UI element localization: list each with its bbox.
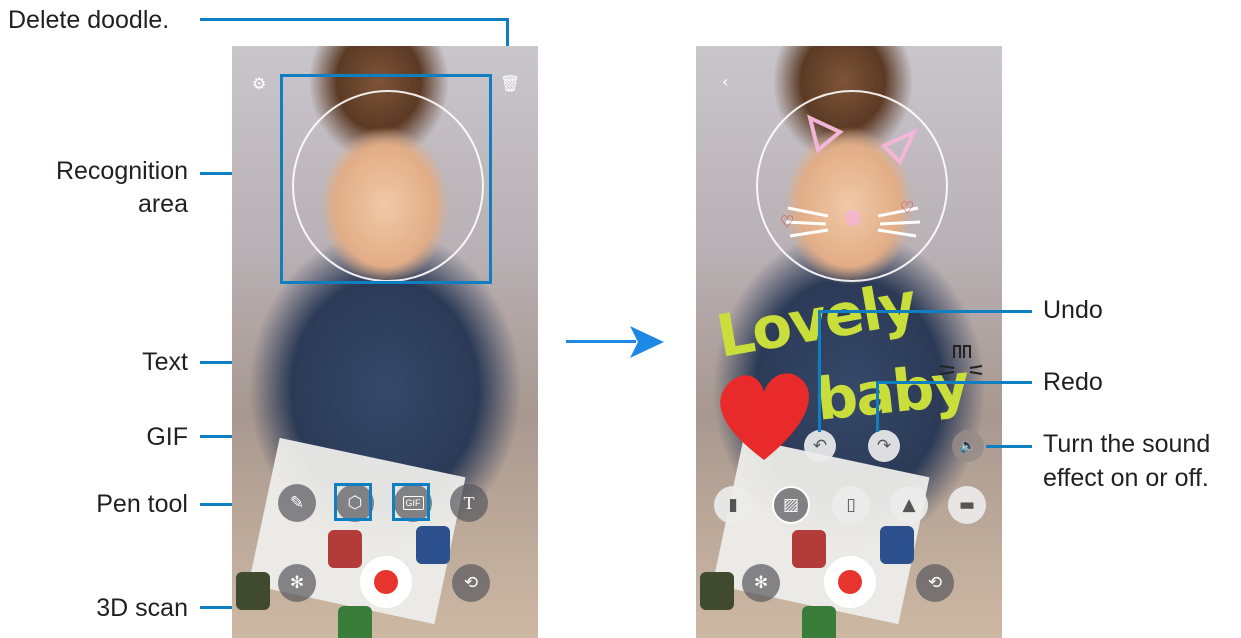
redo-leader	[878, 381, 1032, 384]
switch-camera-icon: ⟲	[463, 573, 479, 593]
3d-scan-label: 3D scan	[96, 594, 188, 622]
pen-style-1[interactable]: ▮	[714, 486, 752, 524]
brush-pen-icon: ▲	[902, 495, 916, 515]
pen-style-2[interactable]: ▨	[772, 486, 810, 524]
record-dot	[374, 570, 398, 594]
marker-pen-icon: ▮	[728, 495, 738, 515]
bunny-doodle	[939, 345, 983, 375]
pen-style-4[interactable]: ▲	[890, 486, 928, 524]
pen-tool-label: Pen tool	[96, 490, 188, 518]
switch-camera-button[interactable]: ⟲	[452, 564, 490, 602]
paint-jar	[236, 572, 270, 610]
sound-label-1: Turn the sound	[1043, 430, 1211, 458]
switch-camera-icon: ⟲	[927, 573, 943, 593]
paint-jar	[328, 530, 362, 568]
text-icon: T	[463, 492, 475, 513]
record-button[interactable]	[824, 556, 876, 608]
transition-arrow-shaft	[566, 340, 636, 343]
pattern-pen-icon: ▨	[782, 495, 800, 515]
paint-jar	[416, 526, 450, 564]
undo-button[interactable]: ↶	[804, 430, 836, 462]
undo-label: Undo	[1043, 296, 1103, 324]
delete-doodle-label: Delete doodle.	[8, 6, 170, 34]
heart-small-left: ♡	[780, 212, 795, 231]
3d-scan-highlight	[334, 483, 372, 521]
doodle-word-1: Lovely	[711, 269, 921, 371]
record-button[interactable]	[360, 556, 412, 608]
undo-leader-down	[818, 310, 821, 432]
paint-jar	[880, 526, 914, 564]
sound-button[interactable]: 🔈	[952, 430, 984, 462]
paint-jar	[338, 606, 372, 638]
undo-leader	[820, 310, 1032, 313]
pen-tool-button[interactable]: ✎	[278, 484, 316, 522]
effects-button[interactable]: ✻	[742, 564, 780, 602]
gif-highlight	[392, 483, 430, 521]
outline-pen-icon: ▯	[846, 495, 856, 515]
gif-label: GIF	[146, 423, 188, 451]
right-screen: ‹ ♡ ♡ Lovely baby ↶ ↷ 🔈 ▮ ▨ ▯ ▲ ▬ ✻ ⟲	[696, 46, 1002, 638]
redo-leader-down	[876, 381, 879, 432]
effects-button[interactable]: ✻	[278, 564, 316, 602]
recognition-area-highlight	[280, 74, 492, 284]
back-icon[interactable]: ‹	[722, 72, 728, 91]
recognition-area-label-1: Recognition	[55, 157, 188, 185]
redo-button[interactable]: ↷	[868, 430, 900, 462]
switch-camera-button[interactable]: ⟲	[916, 564, 954, 602]
text-button[interactable]: T	[450, 484, 488, 522]
pen-style-5[interactable]: ▬	[948, 486, 986, 524]
paint-jar	[802, 606, 836, 638]
heart-small-right: ♡	[900, 198, 915, 217]
paint-jar	[792, 530, 826, 568]
effects-icon: ✻	[289, 573, 305, 593]
paint-jar	[700, 572, 734, 610]
heart-doodle	[720, 373, 810, 460]
delete-doodle-leader	[200, 18, 508, 21]
record-dot	[838, 570, 862, 594]
sound-icon: 🔈	[959, 438, 977, 454]
transition-arrow-head	[630, 326, 664, 358]
pen-icon: ✎	[289, 493, 305, 513]
sound-leader	[986, 445, 1032, 448]
trash-icon[interactable]: 🗑	[500, 74, 520, 93]
undo-icon: ↶	[812, 436, 828, 456]
text-label: Text	[142, 348, 188, 376]
sound-label-2: effect on or off.	[1043, 464, 1209, 492]
redo-label: Redo	[1043, 368, 1103, 396]
effects-icon: ✻	[753, 573, 769, 593]
redo-icon: ↷	[876, 436, 892, 456]
cat-ears-doodle	[807, 114, 919, 166]
eraser-pen-icon: ▬	[958, 495, 976, 515]
pen-style-3[interactable]: ▯	[832, 486, 870, 524]
settings-icon[interactable]: ⚙	[252, 74, 266, 93]
recognition-area-label-2: area	[137, 190, 188, 218]
